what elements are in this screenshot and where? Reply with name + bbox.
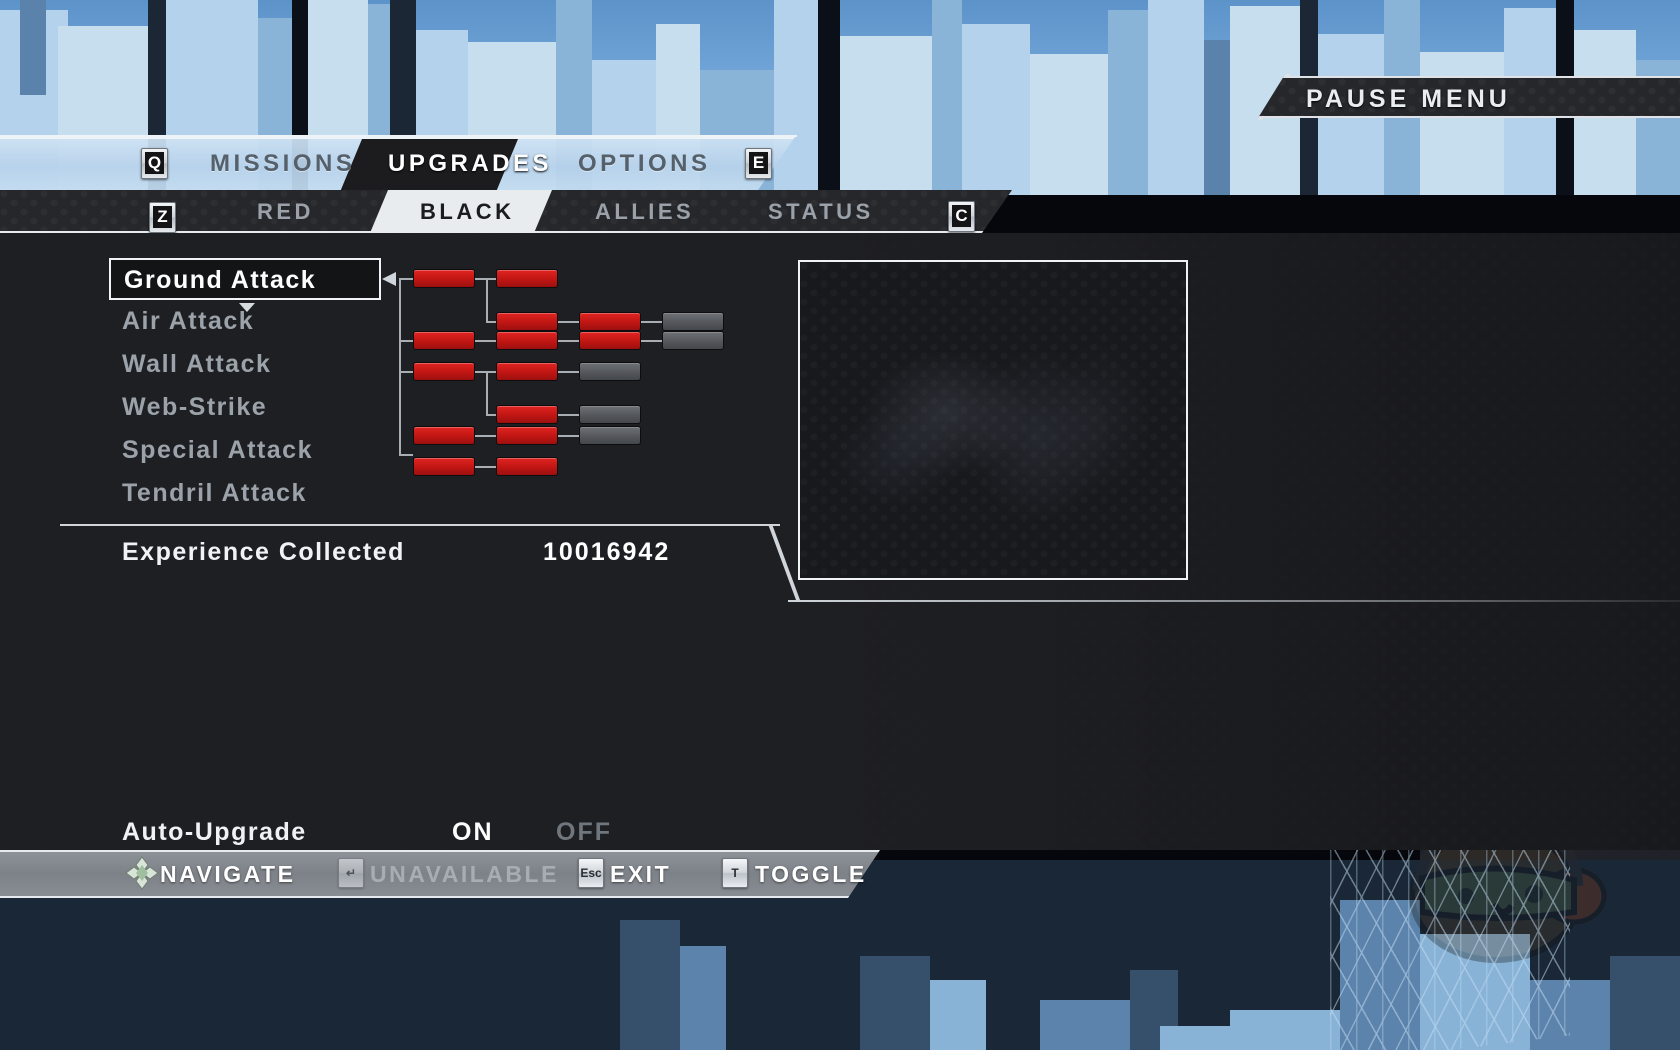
upgrade-tree	[382, 255, 724, 476]
upgrade-node-locked[interactable]	[579, 362, 641, 381]
experience-value: 10016942	[543, 538, 671, 566]
key-badge-z-label: Z	[153, 206, 172, 228]
tree-link	[558, 435, 579, 437]
upgrade-node[interactable]	[413, 362, 475, 381]
enter-key-icon: ↵	[338, 858, 364, 888]
upgrade-preview-image	[798, 260, 1188, 580]
tree-branch	[486, 414, 496, 416]
tree-link	[475, 466, 496, 468]
key-badge-q[interactable]: Q	[141, 148, 168, 179]
upgrade-node-locked[interactable]	[662, 331, 724, 350]
tree-branch	[486, 371, 488, 416]
subtab-red[interactable]: RED	[257, 190, 314, 233]
tree-link	[558, 414, 579, 416]
tab-options[interactable]: OPTIONS	[578, 137, 711, 190]
dpad-icon	[125, 856, 159, 890]
preview-artwork	[800, 262, 1186, 578]
upgrade-node[interactable]	[496, 426, 558, 445]
upgrade-node[interactable]	[413, 331, 475, 350]
hint-toggle[interactable]: TOGGLE	[755, 850, 867, 898]
upgrade-node-locked[interactable]	[579, 405, 641, 424]
tab-missions[interactable]: MISSIONS	[210, 137, 355, 190]
upgrade-node[interactable]	[496, 362, 558, 381]
tree-link	[558, 340, 579, 342]
category-wall-attack[interactable]: Wall Attack	[122, 344, 392, 384]
wireframe-building	[1330, 815, 1570, 1050]
category-ground-attack[interactable]: Ground Attack	[109, 258, 381, 300]
subtab-black[interactable]: BLACK	[420, 190, 515, 233]
tree-link	[558, 321, 579, 323]
divider-angle	[768, 524, 800, 600]
upgrade-node[interactable]	[413, 457, 475, 476]
tab-upgrades[interactable]: UPGRADES	[388, 137, 552, 190]
upgrade-node[interactable]	[496, 405, 558, 424]
t-key-icon: T	[722, 858, 748, 888]
tree-link	[558, 371, 579, 373]
tree-stub	[399, 340, 413, 342]
game-screen: PAUSE MENU Q MISSIONS UPGRADES OPTIONS E…	[0, 0, 1680, 1050]
category-special-attack[interactable]: Special Attack	[122, 430, 392, 470]
category-tendril-attack[interactable]: Tendril Attack	[122, 473, 392, 513]
auto-upgrade-off-option[interactable]: OFF	[556, 818, 612, 847]
upgrade-node[interactable]	[496, 312, 558, 331]
tree-link	[475, 340, 496, 342]
esc-key-icon: Esc	[578, 858, 604, 888]
tree-stub	[399, 454, 413, 456]
auto-upgrade-label: Auto-Upgrade	[122, 818, 307, 846]
tree-link	[641, 340, 662, 342]
auto-upgrade-on-option[interactable]: ON	[452, 818, 494, 847]
upgrade-node[interactable]	[413, 426, 475, 445]
tree-spine	[399, 279, 401, 455]
tree-branch	[486, 278, 488, 323]
upgrade-node[interactable]	[579, 312, 641, 331]
upgrade-node[interactable]	[496, 331, 558, 350]
section-divider	[60, 524, 780, 526]
upgrade-node[interactable]	[579, 331, 641, 350]
tree-stub	[399, 371, 413, 373]
key-badge-q-label: Q	[145, 152, 164, 174]
tree-stub	[399, 278, 413, 280]
tree-link	[641, 321, 662, 323]
category-air-attack[interactable]: Air Attack	[122, 301, 392, 341]
upgrade-node-locked[interactable]	[662, 312, 724, 331]
upgrade-node[interactable]	[496, 457, 558, 476]
hint-navigate[interactable]: NAVIGATE	[160, 850, 295, 898]
upgrade-node[interactable]	[496, 269, 558, 288]
tree-link	[475, 435, 496, 437]
tree-branch	[486, 321, 496, 323]
pause-menu-title: PAUSE MENU	[1306, 85, 1511, 113]
key-badge-e-label: E	[749, 152, 768, 174]
upgrade-node-locked[interactable]	[579, 426, 641, 445]
experience-label: Experience Collected	[122, 538, 405, 566]
key-badge-c[interactable]: C	[948, 201, 975, 232]
subtab-allies[interactable]: ALLIES	[595, 190, 694, 233]
hint-unavailable: UNAVAILABLE	[370, 861, 559, 887]
key-badge-e[interactable]: E	[745, 148, 772, 179]
pause-menu-header: PAUSE MENU	[1258, 76, 1680, 118]
upgrade-node[interactable]	[413, 269, 475, 288]
hint-exit[interactable]: EXIT	[610, 850, 671, 898]
category-web-strike[interactable]: Web-Strike	[122, 387, 392, 427]
panel-under-rule	[788, 600, 1680, 602]
key-badge-z[interactable]: Z	[149, 202, 176, 233]
key-badge-c-label: C	[952, 205, 971, 227]
subtab-status[interactable]: STATUS	[768, 190, 874, 233]
